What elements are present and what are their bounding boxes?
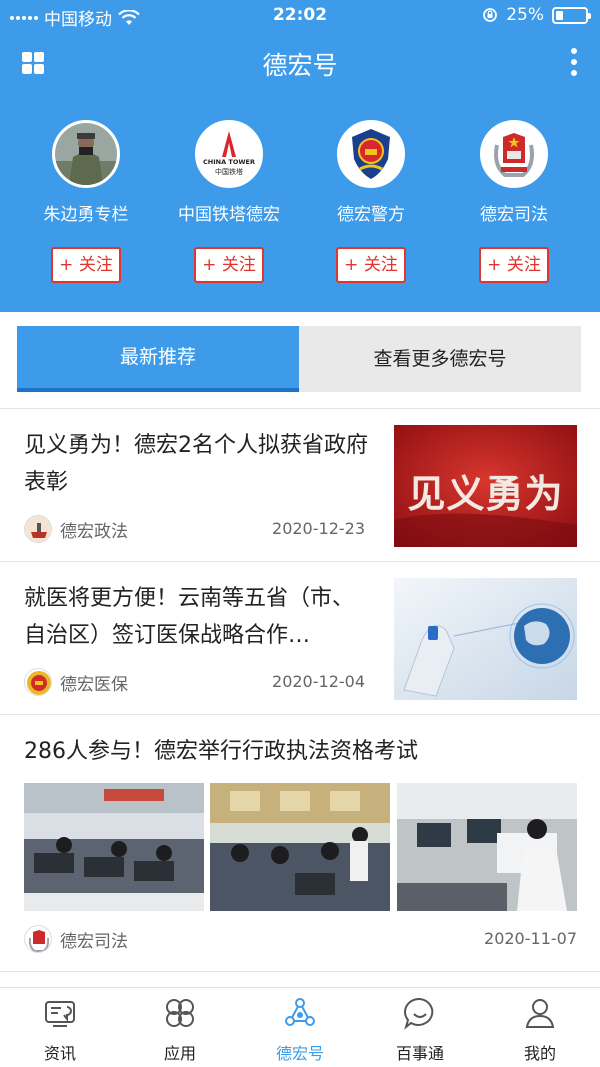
battery-percent: 25% — [506, 5, 544, 25]
news-date: 2020-12-04 — [272, 672, 365, 691]
tabbar-item-baishitong[interactable]: 百事通 — [360, 988, 480, 1067]
account-card[interactable]: 德宏警方 + 关注 — [301, 120, 441, 283]
app-root: 中国移动 22:02 25% 德宏号 朱边勇专栏 + 关注 CHINA TOWE… — [0, 0, 600, 1067]
follow-button[interactable]: + 关注 — [194, 247, 264, 283]
news-title: 见义勇为！德宏2名个人拟获省政府表彰 — [24, 433, 368, 495]
avatar[interactable] — [337, 120, 405, 188]
news-photo[interactable] — [24, 783, 204, 911]
tabbar-item-dehonghao[interactable]: 德宏号 — [240, 988, 360, 1067]
follow-button[interactable]: + 关注 — [336, 247, 406, 283]
person-icon — [525, 999, 555, 1028]
page-title: 德宏号 — [262, 51, 338, 80]
tabbar-item-mine[interactable]: 我的 — [480, 988, 600, 1067]
exam-room-photo-image — [396, 783, 577, 911]
divider — [0, 971, 600, 972]
source-name: 德宏司法 — [60, 931, 128, 952]
account-card[interactable]: CHINA TOWER 中国铁塔 中国铁塔德宏 + 关注 — [159, 120, 299, 283]
account-name: 德宏警方 — [337, 205, 405, 225]
avatar[interactable] — [52, 120, 120, 188]
judicial-emblem-icon — [483, 123, 545, 185]
news-title: 286人参与！德宏举行行政执法资格考试 — [24, 739, 418, 764]
news-item[interactable]: 见义勇为！德宏2名个人拟获省政府表彰 德宏政法 2020-12-23 见义勇为 — [0, 409, 600, 561]
status-bar: 中国移动 22:02 25% — [0, 0, 600, 32]
avatar[interactable]: CHINA TOWER 中国铁塔 — [195, 120, 263, 188]
account-tabs: 最新推荐 查看更多德宏号 — [17, 326, 581, 392]
status-right: 25% — [482, 5, 591, 25]
source-logo-icon — [24, 925, 52, 953]
tab-more-accounts[interactable]: 查看更多德宏号 — [299, 326, 581, 392]
medical-globe-image — [394, 578, 577, 700]
news-source: 德宏政法 — [24, 515, 128, 543]
follow-button[interactable]: + 关注 — [51, 247, 121, 283]
exam-room-photo-image — [24, 783, 204, 911]
source-name: 德宏政法 — [60, 521, 128, 542]
account-name: 朱边勇专栏 — [43, 205, 129, 225]
news-thumbnail[interactable] — [394, 578, 577, 700]
tab-latest-recommend[interactable]: 最新推荐 — [17, 326, 299, 392]
photographer-avatar-image — [55, 123, 117, 185]
exam-room-photo-image — [210, 783, 391, 911]
account-card[interactable]: 朱边勇专栏 + 关注 — [16, 120, 156, 283]
source-name: 德宏医保 — [60, 674, 128, 695]
tabbar-label: 百事通 — [395, 1044, 444, 1063]
follow-button[interactable]: + 关注 — [479, 247, 549, 283]
tabbar-item-news[interactable]: 资讯 — [0, 988, 120, 1067]
bottom-tab-bar: 资讯 应用 德宏号 百事通 我的 — [0, 987, 600, 1067]
share-hub-icon — [285, 998, 315, 1026]
china-tower-logo-text: CHINA TOWER — [203, 158, 255, 166]
avatar[interactable] — [480, 120, 548, 188]
account-card[interactable]: 德宏司法 + 关注 — [444, 120, 584, 283]
tabbar-label: 德宏号 — [275, 1044, 324, 1063]
nav-bar: 德宏号 — [0, 38, 600, 86]
more-options-icon[interactable] — [570, 48, 578, 76]
news-photo[interactable] — [210, 783, 391, 911]
police-emblem-icon — [340, 123, 402, 185]
news-thumbnail[interactable]: 见义勇为 — [394, 425, 577, 547]
news-photo[interactable] — [396, 783, 577, 911]
news-photo-grid — [24, 783, 577, 911]
recommended-accounts: 朱边勇专栏 + 关注 CHINA TOWER 中国铁塔 中国铁塔德宏 + 关注 — [0, 120, 600, 290]
news-feed: 见义勇为！德宏2名个人拟获省政府表彰 德宏政法 2020-12-23 见义勇为 … — [0, 408, 600, 972]
news-title: 就医将更方便！云南等五省（市、自治区）签订医保战略合作… — [24, 586, 355, 648]
tabbar-item-apps[interactable]: 应用 — [120, 988, 240, 1067]
source-logo-icon — [24, 668, 52, 696]
thumbnail-caption: 见义勇为 — [407, 472, 564, 516]
battery-icon — [552, 6, 591, 24]
news-date: 2020-12-23 — [272, 519, 365, 538]
china-tower-logo-sub: 中国铁塔 — [215, 168, 243, 176]
account-name: 德宏司法 — [480, 205, 548, 225]
news-screen-icon — [45, 1001, 75, 1027]
tabbar-label: 我的 — [523, 1044, 556, 1063]
news-source: 德宏司法 — [24, 925, 128, 953]
news-source: 德宏医保 — [24, 668, 128, 696]
news-item[interactable]: 286人参与！德宏举行行政执法资格考试 德宏司法 2020-11-07 — [0, 715, 600, 971]
tabbar-label: 应用 — [163, 1044, 196, 1063]
account-name: 中国铁塔德宏 — [178, 205, 280, 225]
tabbar-label: 资讯 — [43, 1044, 76, 1063]
news-item[interactable]: 就医将更方便！云南等五省（市、自治区）签订医保战略合作… 德宏医保 2020-1… — [0, 562, 600, 714]
news-date: 2020-11-07 — [484, 929, 577, 948]
header-region: 中国移动 22:02 25% 德宏号 朱边勇专栏 + 关注 CHINA TOWE… — [0, 0, 600, 312]
rotation-lock-icon — [483, 8, 498, 22]
source-logo-icon — [24, 515, 52, 543]
apps-clover-icon — [166, 999, 194, 1027]
chat-bubble-icon — [404, 997, 434, 1030]
